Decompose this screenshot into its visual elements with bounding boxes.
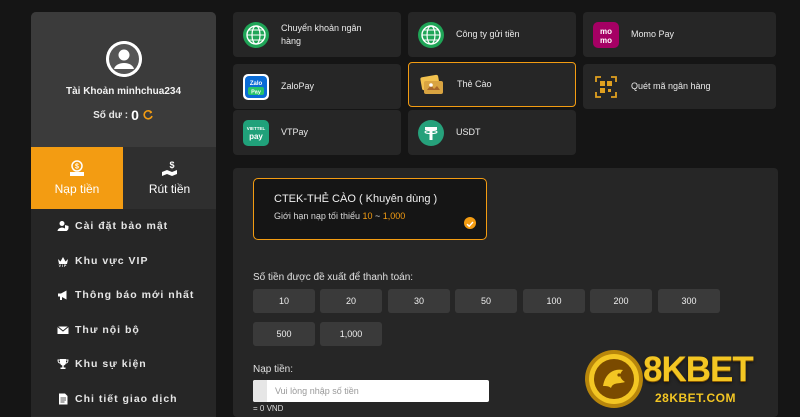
- sidebar-menu: Cài đặt bảo mật VIP Khu vực VIP Thông bá…: [31, 209, 216, 416]
- globe-icon: [418, 21, 444, 48]
- sidebar-item-security[interactable]: Cài đặt bảo mật: [31, 209, 216, 244]
- mail-icon: [57, 324, 69, 336]
- limit-prefix: Giới hạn nạp tối thiểu: [274, 211, 363, 221]
- sidebar-item-label: Thư nội bộ: [75, 323, 140, 336]
- svg-text:VIP: VIP: [59, 264, 68, 267]
- svg-text:$: $: [169, 160, 174, 170]
- channel-limit: Giới hạn nạp tối thiểu 10 ~ 1,000: [274, 211, 486, 221]
- sidebar-item-inbox[interactable]: Thư nội bộ: [31, 313, 216, 348]
- scratch-card-icon: [419, 72, 445, 98]
- method-label: USDT: [456, 127, 481, 137]
- svg-text:mo: mo: [600, 36, 612, 45]
- method-qr-bank[interactable]: Quét mã ngân hàng: [583, 64, 776, 109]
- brand-logo-text: 8KBET: [643, 350, 754, 389]
- input-prefix: [253, 380, 267, 402]
- method-label: Thẻ Cào: [457, 79, 492, 89]
- method-label: Quét mã ngân hàng: [631, 81, 711, 91]
- method-label: ZaloPay: [281, 81, 315, 91]
- brand-emblem-icon: [585, 350, 643, 408]
- amount-button[interactable]: 500: [253, 322, 315, 346]
- sidebar-item-announcements[interactable]: Thông báo mới nhất: [31, 278, 216, 313]
- amount-button[interactable]: 100: [523, 289, 585, 313]
- svg-text:pay: pay: [249, 132, 263, 141]
- amount-button[interactable]: 10: [253, 289, 315, 313]
- sidebar-item-vip[interactable]: VIP Khu vực VIP: [31, 244, 216, 279]
- amount-button[interactable]: 30: [388, 289, 450, 313]
- method-momo[interactable]: mo mo Momo Pay: [583, 12, 776, 57]
- amount-button[interactable]: 20: [320, 289, 382, 313]
- refresh-icon[interactable]: [142, 109, 154, 121]
- deposit-amount-label: Nạp tiền:: [253, 364, 294, 375]
- deposit-icon: $: [70, 160, 84, 176]
- sidebar-item-label: Khu sự kiện: [75, 358, 147, 371]
- sidebar-item-label: Thông báo mới nhất: [75, 289, 195, 302]
- method-usdt[interactable]: USDT: [408, 110, 576, 155]
- tether-icon: [418, 119, 444, 146]
- method-vtpay[interactable]: VIETTEL pay VTPay: [233, 110, 401, 155]
- channel-title: CTEK-THẺ CÀO ( Khuyên dùng ): [274, 193, 438, 205]
- megaphone-icon: [57, 289, 69, 301]
- tab-withdraw-label: Rút tiền: [148, 182, 191, 196]
- brand-logo: 8KBET 28KBET.COM: [583, 344, 773, 410]
- method-company-deposit[interactable]: Công ty gửi tiền: [408, 12, 576, 57]
- user-shield-icon: [57, 220, 69, 232]
- svg-text:Pay: Pay: [251, 89, 262, 95]
- momo-icon: mo mo: [593, 21, 619, 48]
- svg-text:$: $: [75, 164, 79, 171]
- method-label: Momo Pay: [631, 29, 675, 39]
- method-label: Công ty gửi tiền: [456, 29, 520, 39]
- sidebar-item-label: Cài đặt bảo mật: [75, 220, 169, 233]
- method-bank-transfer[interactable]: Chuyển khoản ngân hàng: [233, 12, 401, 57]
- svg-text:mo: mo: [600, 27, 612, 36]
- amount-button[interactable]: 50: [455, 289, 517, 313]
- zalopay-icon: Zalo Pay: [243, 73, 269, 100]
- deposit-withdraw-tabs: $ Nạp tiền $ Rút tiền: [31, 147, 216, 209]
- svg-text:Zalo: Zalo: [250, 81, 263, 87]
- account-sidebar: Tài Khoản minhchua234 Số dư : 0 $ Nạp ti…: [31, 12, 216, 417]
- method-zalopay[interactable]: Zalo Pay ZaloPay: [233, 64, 401, 109]
- tab-deposit[interactable]: $ Nạp tiền: [31, 147, 123, 209]
- sidebar-item-label: Chi tiết giao dịch: [75, 392, 178, 405]
- vtpay-icon: VIETTEL pay: [243, 119, 269, 146]
- sidebar-item-events[interactable]: Khu sự kiện: [31, 347, 216, 382]
- sidebar-item-transactions[interactable]: Chi tiết giao dịch: [31, 382, 216, 417]
- limit-separator: ~: [372, 211, 383, 221]
- balance: Số dư : 0: [93, 107, 154, 123]
- deposit-amount-input[interactable]: [253, 380, 489, 402]
- profile-card: Tài Khoản minhchua234 Số dư : 0: [31, 12, 216, 147]
- amount-button[interactable]: 300: [658, 289, 720, 313]
- user-avatar-icon: [105, 41, 142, 77]
- limit-max: 1,000: [382, 211, 406, 221]
- tab-deposit-label: Nạp tiền: [54, 182, 100, 196]
- trophy-icon: [57, 358, 69, 370]
- vip-crown-icon: VIP: [57, 255, 69, 267]
- document-icon: [57, 393, 69, 405]
- method-scratch-card[interactable]: Thẻ Cào: [408, 62, 576, 107]
- balance-label: Số dư :: [93, 109, 129, 121]
- limit-min: 10: [362, 211, 373, 221]
- method-label: Chuyển khoản ngân hàng: [281, 22, 362, 46]
- globe-icon: [243, 21, 269, 48]
- check-icon: [464, 217, 476, 229]
- sidebar-item-label: Khu vực VIP: [75, 254, 149, 267]
- avatar[interactable]: [105, 41, 142, 77]
- amount-button[interactable]: 1,000: [320, 322, 382, 346]
- vnd-conversion-readout: = 0 VND: [253, 404, 284, 413]
- suggested-amount-label: Số tiền được đề xuất để thanh toán:: [253, 272, 414, 283]
- svg-text:VIETTEL: VIETTEL: [247, 126, 266, 131]
- username: Tài Khoản minhchua234: [65, 86, 182, 97]
- withdraw-icon: $: [161, 160, 177, 176]
- amount-button[interactable]: 200: [590, 289, 652, 313]
- qr-scan-icon: [593, 74, 619, 100]
- brand-url: 28KBET.COM: [655, 391, 737, 405]
- method-label: VTPay: [281, 127, 309, 137]
- channel-option-ctek[interactable]: CTEK-THẺ CÀO ( Khuyên dùng ) Giới hạn nạ…: [253, 178, 487, 240]
- balance-value: 0: [131, 107, 139, 123]
- tab-withdraw[interactable]: $ Rút tiền: [123, 147, 216, 209]
